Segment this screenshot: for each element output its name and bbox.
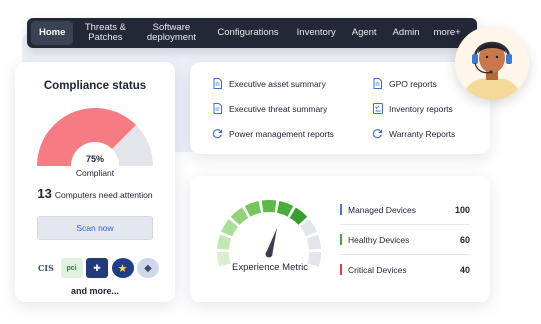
refresh-icon xyxy=(372,128,383,139)
divider xyxy=(340,224,470,225)
nav-item-home[interactable]: Home xyxy=(31,21,74,45)
nav-item-admin[interactable]: Admin xyxy=(387,28,426,38)
device-color-bar xyxy=(340,204,342,215)
device-label: Critical Devices xyxy=(348,264,407,275)
report-link-warranty[interactable]: Warranty Reports xyxy=(372,128,455,139)
document-icon xyxy=(212,78,223,89)
more-standards-text: and more... xyxy=(70,286,119,296)
nav-item-threats-patches[interactable]: Threats & Patches xyxy=(73,23,137,43)
meter-segment xyxy=(244,201,261,217)
attention-count: 13 xyxy=(37,186,52,201)
meter-segment xyxy=(217,234,232,250)
refresh-icon xyxy=(212,128,223,139)
report-link-power-management[interactable]: Power management reports xyxy=(212,128,334,139)
meter-hub xyxy=(265,250,273,258)
compliance-title: Compliance status xyxy=(43,80,147,92)
attention-summary: 13 Computers need attention xyxy=(15,186,175,201)
device-color-bar xyxy=(340,264,342,275)
meter-segment xyxy=(306,234,321,250)
support-agent-avatar xyxy=(455,26,529,100)
meter-segment xyxy=(300,219,317,237)
document-icon xyxy=(372,78,383,89)
device-row-critical[interactable]: Critical Devices 40 xyxy=(340,264,470,275)
report-link-executive-asset[interactable]: Executive asset summary xyxy=(212,78,326,89)
checklist-icon xyxy=(372,103,383,114)
experience-metric-card: Experience Metric Managed Devices 100 He… xyxy=(190,176,490,302)
report-label: Inventory reports xyxy=(389,103,453,114)
agent-illustration-icon xyxy=(455,26,529,100)
star-badge-icon: ★ xyxy=(111,258,134,278)
compliance-gauge xyxy=(37,102,153,190)
scan-now-button[interactable]: Scan now xyxy=(37,216,153,240)
top-navigation-bar: Home Threats & Patches Software deployme… xyxy=(27,18,477,48)
attention-text: Computers need attention xyxy=(54,190,153,200)
report-label: Power management reports xyxy=(229,128,334,139)
compliance-percent: 75% xyxy=(85,154,104,164)
device-label: Managed Devices xyxy=(348,204,417,215)
divider xyxy=(340,254,470,255)
document-icon xyxy=(212,103,223,114)
report-link-executive-threat[interactable]: Executive threat summary xyxy=(212,103,327,114)
nav-item-more[interactable]: more+ xyxy=(428,28,467,38)
device-color-bar xyxy=(340,234,342,245)
compliance-logos: CIS pci ✚ ★ ◆ xyxy=(35,258,159,278)
device-value: 60 xyxy=(459,234,470,245)
report-link-inventory[interactable]: Inventory reports xyxy=(372,103,453,114)
device-value: 100 xyxy=(454,204,470,215)
meter-segment xyxy=(221,219,238,237)
compliance-status-label: Compliant xyxy=(75,168,115,178)
meter-segment xyxy=(277,201,294,217)
nav-item-agent[interactable]: Agent xyxy=(346,28,383,38)
meter-segment xyxy=(230,207,249,225)
eagle-seal-icon: ◆ xyxy=(137,258,159,278)
nav-item-inventory[interactable]: Inventory xyxy=(291,28,342,38)
report-label: Executive threat summary xyxy=(229,103,328,114)
reports-card: Executive asset summary Executive threat… xyxy=(190,62,490,154)
pci-logo-icon: pci xyxy=(60,258,83,278)
nav-item-configurations[interactable]: Configurations xyxy=(211,28,284,38)
nav-item-software-deployment[interactable]: Software deployment xyxy=(137,23,205,43)
report-label: Warranty Reports xyxy=(389,128,456,139)
device-row-managed[interactable]: Managed Devices 100 xyxy=(340,204,470,215)
hipaa-logo-icon: ✚ xyxy=(86,258,108,278)
device-row-healthy[interactable]: Healthy Devices 60 xyxy=(340,234,470,245)
compliance-status-card: Compliance status 75% Compliant 13 Comput… xyxy=(15,62,175,302)
report-label: Executive asset summary xyxy=(229,78,326,89)
report-label: GPO reports xyxy=(389,78,437,89)
report-link-gpo[interactable]: GPO reports xyxy=(372,78,437,89)
cis-logo-icon: CIS xyxy=(38,263,54,273)
device-value: 40 xyxy=(459,264,470,275)
meter-segment xyxy=(261,200,277,213)
experience-metric-title: Experience Metric xyxy=(231,262,309,273)
meter-segment xyxy=(289,207,308,225)
device-label: Healthy Devices xyxy=(348,234,410,245)
